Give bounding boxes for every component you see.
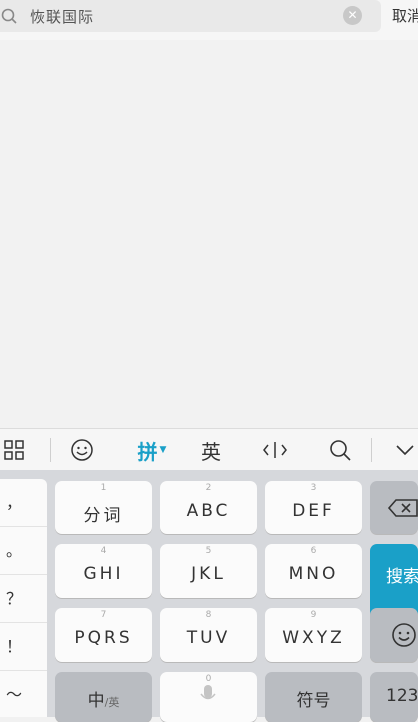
emoji-icon[interactable] <box>66 429 98 471</box>
key-number: 0 <box>205 674 212 684</box>
key-3[interactable]: 3 DEF <box>265 481 362 534</box>
toolbar-divider <box>50 438 51 462</box>
key-label: PQRS <box>74 628 133 648</box>
symbol-key[interactable]: ？ <box>0 575 47 623</box>
cancel-button[interactable]: 取消 <box>392 5 418 26</box>
keyboard: ， 。 ？ ！ ～ 1 分词 2 ABC 3 DEF 4 GHI 5 JKL 6… <box>0 470 418 722</box>
key-number: 5 <box>205 546 212 556</box>
key-9[interactable]: 9 WXYZ <box>265 608 362 662</box>
symbol-column[interactable]: ， 。 ？ ！ ～ <box>0 479 47 717</box>
collapse-icon[interactable] <box>392 429 418 471</box>
key-number: 2 <box>205 483 212 493</box>
en-sub-label: /英 <box>104 696 120 709</box>
english-label: 英 <box>201 439 221 464</box>
numbers-label: 123 <box>386 686 418 706</box>
key-number: 3 <box>310 483 317 493</box>
english-mode-button[interactable]: 英 <box>195 429 227 471</box>
numbers-key[interactable]: 123 <box>370 672 418 722</box>
search-bar-container: 恢联国际 ✕ 取消 <box>0 0 418 40</box>
key-4[interactable]: 4 GHI <box>55 544 152 598</box>
key-number: 6 <box>310 546 317 556</box>
zh-en-toggle-key[interactable]: 中/英 <box>55 672 152 722</box>
key-label: WXYZ <box>282 628 345 648</box>
key-number: 9 <box>310 610 317 620</box>
zh-label: 中 <box>87 691 105 711</box>
cursor-move-icon[interactable] <box>258 429 292 471</box>
key-label: DEF <box>292 501 335 521</box>
emoji-key[interactable] <box>370 608 418 662</box>
search-key-label: 搜索 <box>386 567 418 587</box>
key-1[interactable]: 1 分词 <box>55 481 152 534</box>
key-5[interactable]: 5 JKL <box>160 544 257 598</box>
keyboard-toolbar: 拼 ▼ 英 <box>0 428 418 470</box>
key-number: 7 <box>100 610 107 620</box>
key-number: 1 <box>100 483 107 493</box>
backspace-icon <box>387 499 418 517</box>
zh-en-label: 中/英 <box>55 686 152 711</box>
symbol-key[interactable]: ， <box>0 479 47 527</box>
space-key[interactable]: 0 <box>160 672 257 722</box>
magnifier-icon <box>1 8 17 24</box>
pinyin-mode-button[interactable]: 拼 ▼ <box>130 429 174 471</box>
key-8[interactable]: 8 TUV <box>160 608 257 662</box>
symbols-label: 符号 <box>296 691 331 711</box>
key-label: MNO <box>288 564 339 584</box>
symbol-key[interactable]: ～ <box>0 671 47 719</box>
key-number: 4 <box>100 546 107 556</box>
search-field[interactable]: 恢联国际 ✕ <box>0 0 381 32</box>
key-6[interactable]: 6 MNO <box>265 544 362 598</box>
key-7[interactable]: 7 PQRS <box>55 608 152 662</box>
key-number: 8 <box>205 610 212 620</box>
key-label: GHI <box>83 564 124 584</box>
backspace-button[interactable] <box>370 481 418 534</box>
grid-icon[interactable] <box>0 429 28 471</box>
search-input[interactable]: 恢联国际 <box>30 6 94 27</box>
symbols-key[interactable]: 符号 <box>265 672 362 722</box>
results-area <box>0 40 418 428</box>
search-icon[interactable] <box>325 429 355 471</box>
caret-down-icon: ▼ <box>159 445 167 455</box>
key-label: TUV <box>186 628 231 648</box>
emoji-icon <box>392 623 416 647</box>
clear-circle-icon[interactable]: ✕ <box>343 6 362 25</box>
microphone-icon <box>200 685 216 700</box>
key-label: JKL <box>191 564 226 584</box>
key-label: ABC <box>186 501 231 521</box>
symbol-key[interactable]: ！ <box>0 623 47 671</box>
pinyin-label: 拼 <box>137 439 158 464</box>
symbol-key[interactable]: 。 <box>0 527 47 575</box>
toolbar-divider <box>371 438 372 462</box>
key-label: 分词 <box>83 506 124 526</box>
key-2[interactable]: 2 ABC <box>160 481 257 534</box>
